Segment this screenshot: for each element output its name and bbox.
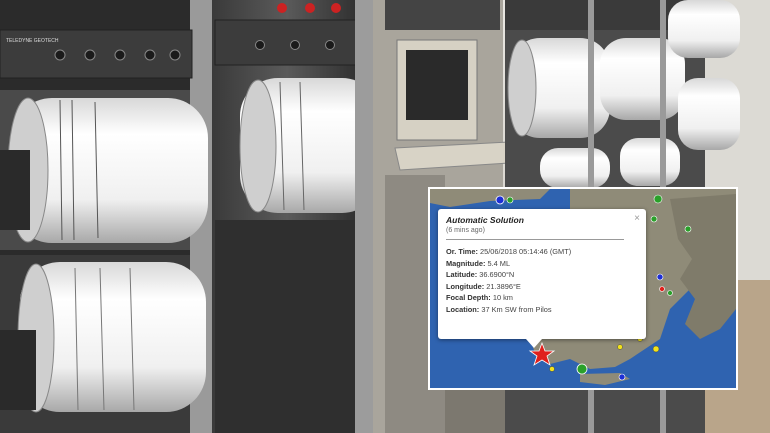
event-marker[interactable] (659, 286, 665, 292)
seismograph-drum (668, 0, 740, 58)
event-marker[interactable] (618, 373, 626, 381)
magnitude-row: Magnitude: 5.4 ML (446, 258, 638, 270)
event-marker[interactable] (684, 225, 692, 233)
row-label: Longitude: (446, 281, 485, 291)
row-value: 21.3896°E (486, 281, 521, 291)
row-label: Location: (446, 304, 480, 314)
row-value: 36.6900°N (479, 270, 515, 279)
event-marker[interactable] (506, 196, 514, 204)
row-value: 25/06/2018 05:14:46 (GMT) (479, 247, 572, 256)
row-label: Or. Time: (446, 247, 478, 256)
close-icon[interactable]: × (634, 213, 640, 224)
row-value: 5.4 ML (487, 258, 511, 268)
event-marker[interactable] (495, 195, 505, 205)
row-label: Focal Depth: (446, 293, 491, 302)
popup-pointer (526, 339, 542, 348)
event-marker[interactable] (652, 345, 660, 353)
row-value: 10 km (492, 293, 513, 302)
brand-label: TELEDYNE GEOTECH (6, 38, 59, 44)
row-label: Latitude: (446, 270, 478, 279)
event-marker[interactable] (549, 366, 555, 372)
event-marker[interactable] (667, 290, 673, 296)
earthquake-info-popup: × Automatic Solution (6 mins ago) Or. Ti… (438, 209, 646, 339)
earthquake-map-inset[interactable]: × Automatic Solution (6 mins ago) Or. Ti… (428, 187, 738, 390)
event-marker[interactable] (653, 194, 663, 204)
event-marker[interactable] (576, 363, 588, 375)
event-marker[interactable] (650, 215, 658, 223)
latitude-row: Latitude: 36.6900°N (446, 269, 638, 281)
event-marker[interactable] (617, 344, 623, 350)
row-label: Magnitude: (446, 258, 486, 268)
location-row: Location: 37 Km SW from Pilos (446, 304, 638, 316)
focal-depth-row: Focal Depth: 10 km (446, 292, 638, 304)
seismograph-drum (678, 78, 740, 150)
popup-subtitle: (6 mins ago) (446, 227, 485, 234)
popup-divider (446, 239, 624, 240)
longitude-row: Longitude: 21.3896°E (446, 281, 638, 293)
event-marker[interactable] (656, 273, 664, 281)
popup-title: Automatic Solution (446, 215, 524, 225)
row-value: 37 Km SW from Pilos (481, 304, 552, 314)
origin-time-row: Or. Time: 25/06/2018 05:14:46 (GMT) (446, 246, 638, 258)
